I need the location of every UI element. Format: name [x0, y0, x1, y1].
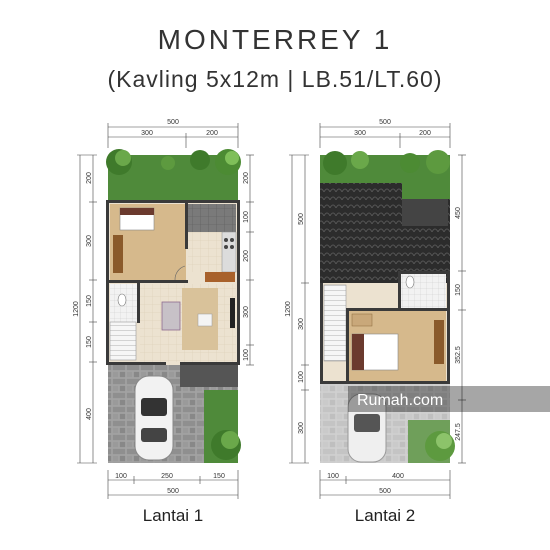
dim-bottom-total-2: 500 [379, 488, 391, 495]
toilet-icon [117, 293, 127, 307]
dim-left-5: 400 [86, 408, 93, 420]
terrace [180, 365, 238, 387]
dim-top-total-2: 500 [379, 119, 391, 126]
tv-icon [230, 298, 235, 328]
sofa-icon [161, 301, 181, 331]
dim-left-total: 1200 [73, 301, 80, 317]
dim-right-1-2: 450 [455, 207, 462, 219]
car-icon [134, 375, 174, 461]
dim-top-right-2: 200 [419, 130, 431, 137]
dim-bottom-2: 250 [161, 473, 173, 480]
watermark: Rumah.com [348, 386, 550, 412]
pillow-icon [352, 334, 364, 370]
toilet-icon [405, 275, 415, 289]
dim-left-4: 150 [86, 336, 93, 348]
stove-icon [221, 231, 237, 273]
dim-top-left-2: 300 [354, 130, 366, 137]
floor-2-caption: Lantai 2 [355, 506, 416, 525]
dim-left-4-2: 300 [298, 422, 305, 434]
staircase-2 [323, 284, 347, 362]
dim-right-2-2: 150 [455, 284, 462, 296]
tree-icon [425, 431, 455, 461]
dim-left-3: 150 [86, 295, 93, 307]
roof-opening [402, 199, 448, 226]
dim-bottom-1-2: 100 [327, 473, 339, 480]
dim-right-5: 100 [243, 349, 250, 361]
dim-bottom-2-2: 400 [392, 473, 404, 480]
dim-right-1: 200 [243, 172, 250, 184]
tree-icon [211, 430, 241, 460]
dim-right-4-2: 247.5 [455, 423, 462, 441]
floor-plans: 500 300 200 100 250 150 500 1200 200 300… [73, 119, 550, 525]
wardrobe-icon [434, 320, 444, 364]
dim-top-total: 500 [167, 119, 179, 126]
dim-bottom-3: 150 [213, 473, 225, 480]
dim-left-1: 200 [86, 172, 93, 184]
dim-left-1-2: 500 [298, 213, 305, 225]
dim-right-2: 100 [243, 211, 250, 223]
dim-left-2-2: 300 [298, 318, 305, 330]
dim-left-3-2: 100 [298, 371, 305, 383]
floor-2-plan: 500 300 200 100 400 500 1200 500 300 100… [285, 119, 466, 525]
dim-top-left: 300 [141, 130, 153, 137]
dim-right-3: 200 [243, 250, 250, 262]
desk-icon [351, 313, 373, 327]
dim-left-total-2: 1200 [285, 301, 292, 317]
dim-right-3-2: 352.5 [455, 346, 462, 364]
watermark-text: Rumah.com [357, 392, 443, 409]
coffee-table-icon [197, 313, 213, 327]
dim-bottom-total: 500 [167, 488, 179, 495]
dim-bottom-1: 100 [115, 473, 127, 480]
dining-counter [205, 272, 235, 282]
dim-left-2: 300 [86, 235, 93, 247]
floor-1-caption: Lantai 1 [143, 506, 204, 525]
pillow-icon [120, 208, 154, 215]
dim-right-4: 300 [243, 306, 250, 318]
kitchen-area [188, 204, 236, 232]
floor-1-plan: 500 300 200 100 250 150 500 1200 200 300… [73, 119, 254, 525]
wardrobe-icon [113, 235, 123, 273]
roof-garden [402, 183, 450, 199]
staircase-1 [109, 321, 137, 361]
dim-top-right: 200 [206, 130, 218, 137]
